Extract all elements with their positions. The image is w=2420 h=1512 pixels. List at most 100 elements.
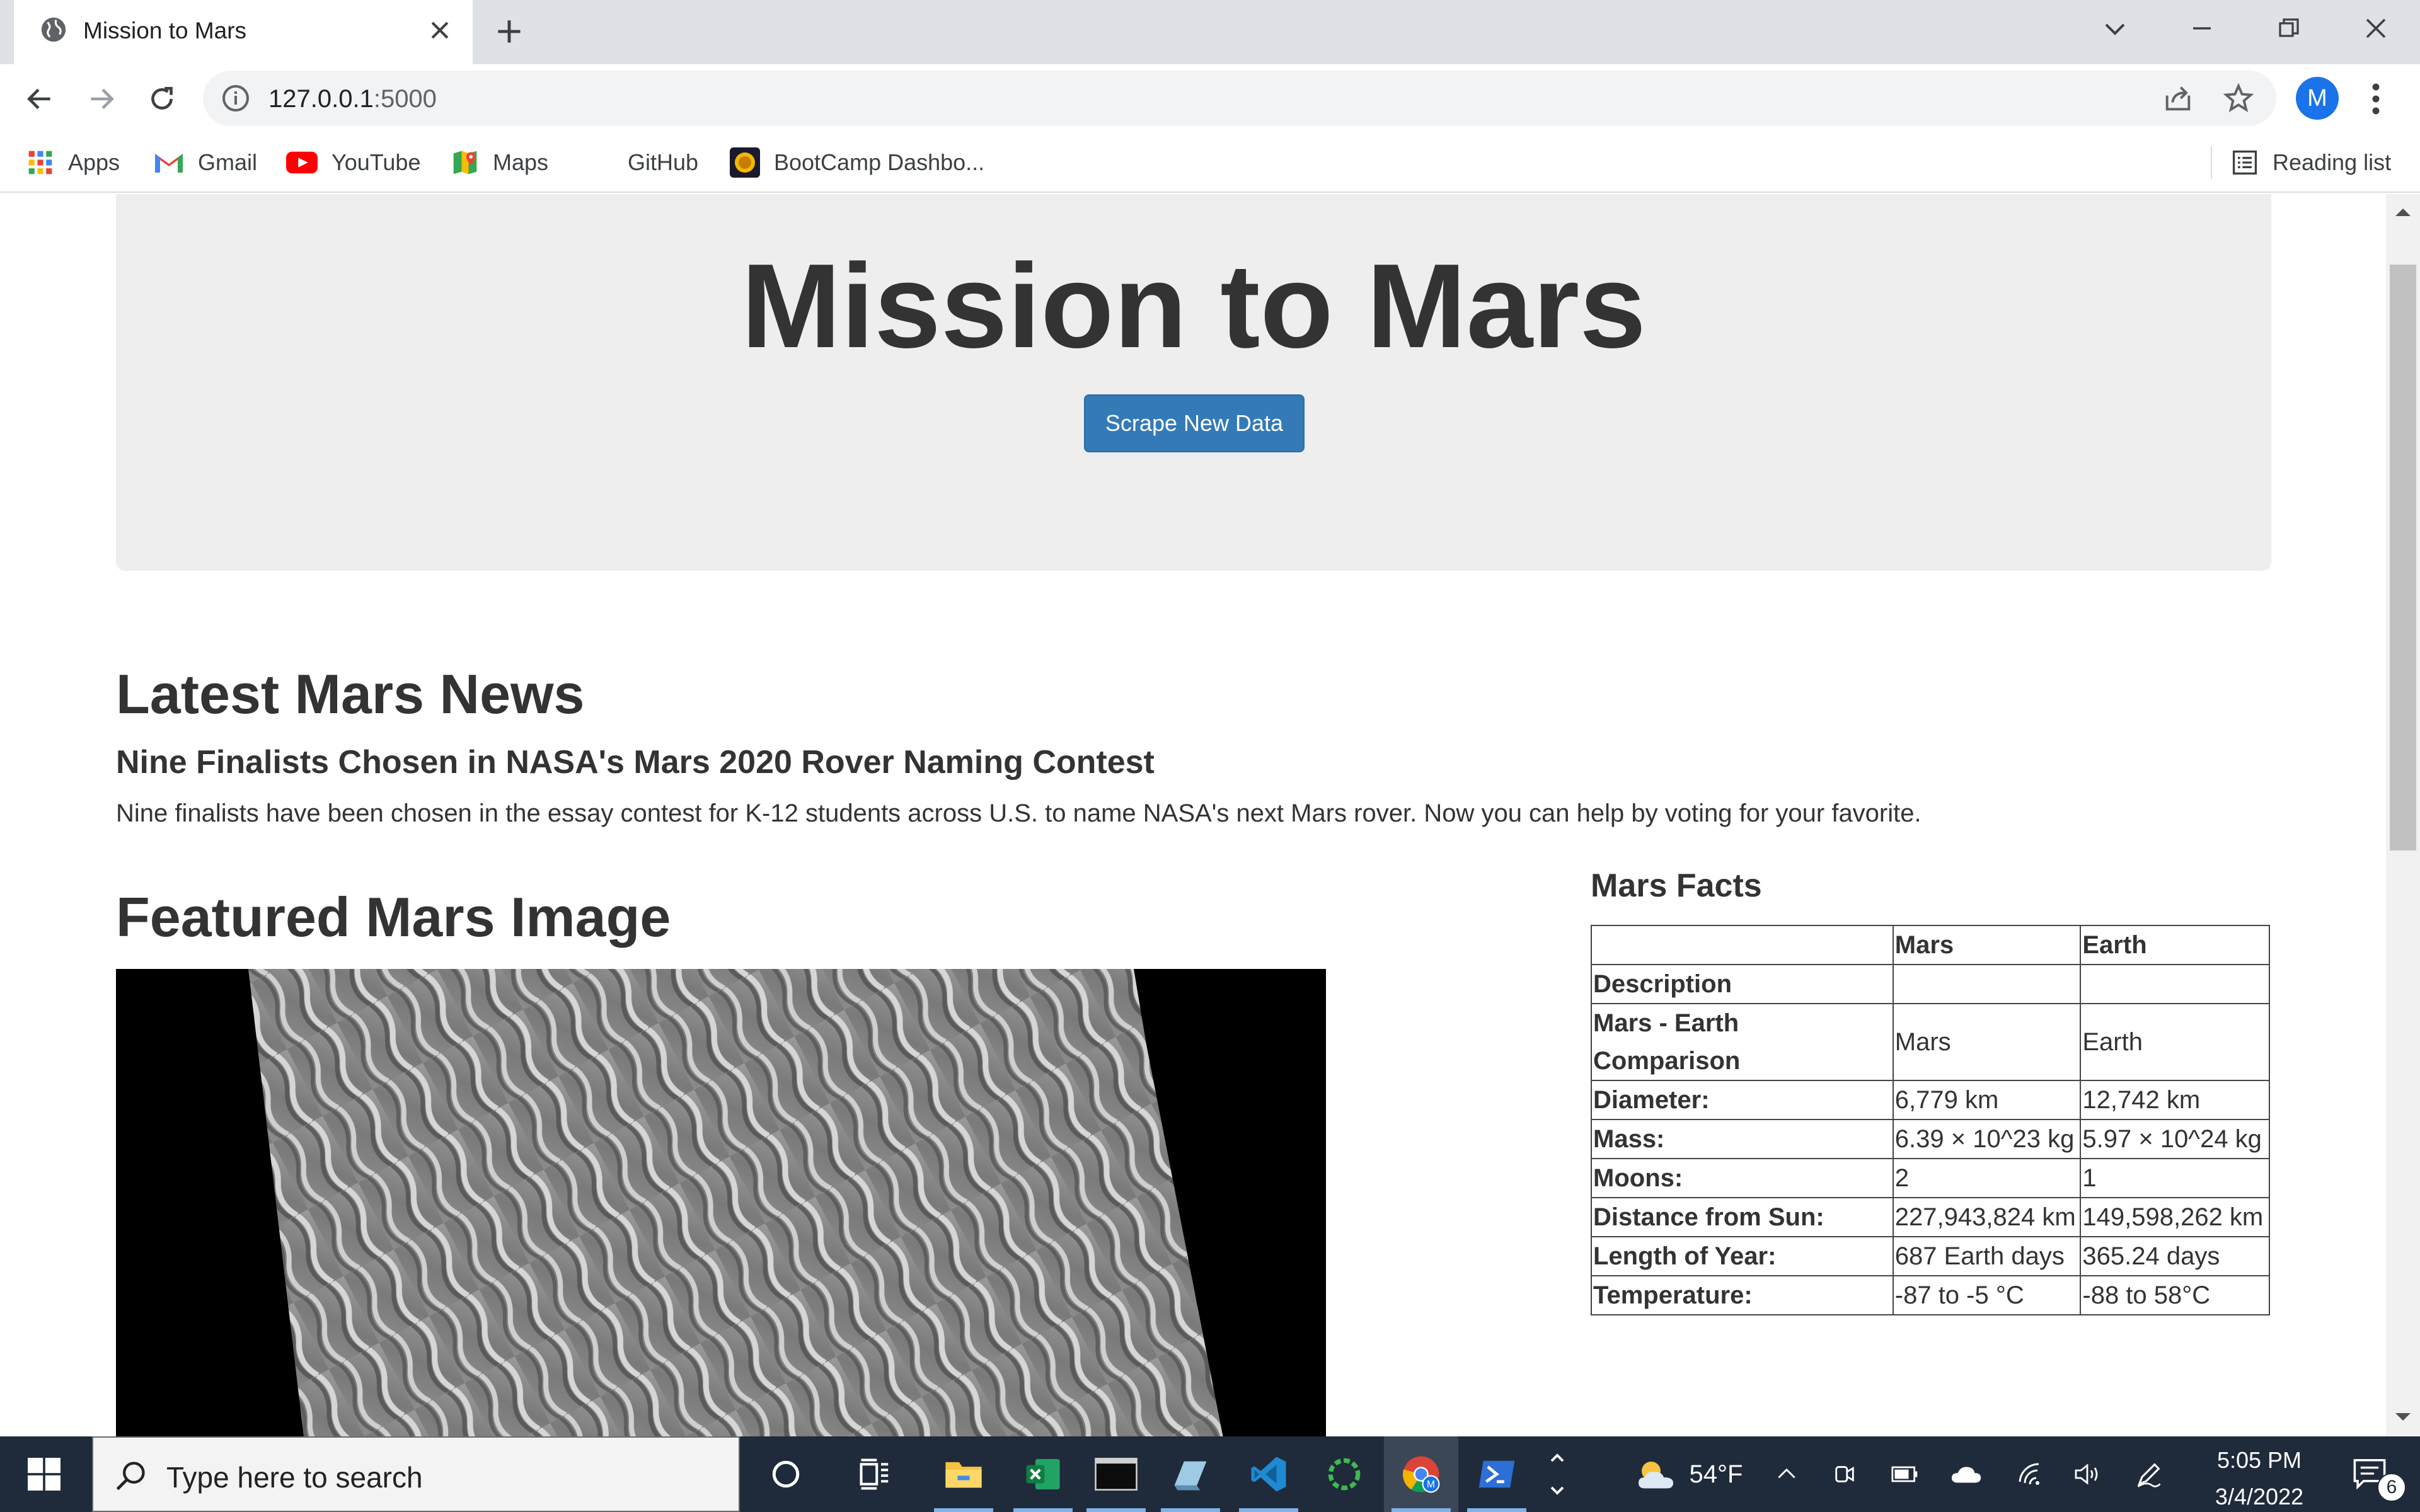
scrape-new-data-button[interactable]: Scrape New Data <box>1084 394 1305 452</box>
scrollbar-thumb[interactable] <box>2390 265 2416 850</box>
task-view-icon <box>860 1458 889 1490</box>
bookmark-gmail[interactable]: Gmail <box>154 145 257 180</box>
table-row: Distance from Sun: 227,943,824 km 149,59… <box>1591 1197 2270 1237</box>
folder-icon <box>945 1462 982 1488</box>
running-indicator <box>1239 1508 1298 1512</box>
mars-facts-heading: Mars Facts <box>1591 868 1762 904</box>
table-header-cell: Mars <box>1892 925 2082 965</box>
show-hidden-icons[interactable] <box>1770 1436 1804 1512</box>
table-cell: 1 <box>2080 1158 2270 1198</box>
url-text[interactable]: 127.0.0.1:5000 <box>268 84 437 113</box>
bookmark-star-icon[interactable] <box>2222 82 2255 115</box>
bookmark-label: GitHub <box>628 149 699 175</box>
weather-widget[interactable]: 54°F <box>1620 1436 1758 1512</box>
windows-logo-icon <box>28 1458 60 1491</box>
new-tab-plus-icon[interactable] <box>490 13 528 50</box>
table-cell: 5.97 × 10^24 kg <box>2080 1119 2270 1159</box>
loading-app-button[interactable] <box>1307 1436 1381 1512</box>
table-header-cell: Earth <box>2080 925 2270 965</box>
volume-icon[interactable] <box>2070 1436 2105 1512</box>
bookmark-bootcamp[interactable]: BootCamp Dashbo... <box>730 145 984 180</box>
table-row-label: Mass: <box>1591 1119 1894 1159</box>
table-row-label: Moons: <box>1591 1158 1894 1198</box>
table-row: Length of Year: 687 Earth days 365.24 da… <box>1591 1236 2270 1276</box>
terminal-button[interactable] <box>1079 1436 1153 1512</box>
notes-app-button[interactable] <box>1153 1436 1228 1512</box>
file-explorer-button[interactable] <box>926 1436 1001 1512</box>
excel-icon <box>1026 1458 1060 1490</box>
table-row: Description <box>1591 964 2270 1004</box>
vscode-icon <box>1251 1457 1286 1492</box>
terminal-icon <box>1095 1458 1138 1491</box>
wifi-icon[interactable] <box>2013 1436 2047 1512</box>
clock-date: 3/4/2022 <box>2215 1484 2304 1509</box>
table-row-label: Description <box>1591 964 1894 1004</box>
close-window-icon[interactable] <box>2351 6 2401 50</box>
temperature: 54°F <box>1689 1460 1743 1488</box>
reading-list-icon <box>2232 150 2257 175</box>
maps-icon <box>453 151 477 175</box>
profile-avatar[interactable]: M <box>2296 77 2339 120</box>
forward-arrow-icon[interactable] <box>79 77 124 121</box>
chrome-button[interactable]: M <box>1384 1436 1458 1512</box>
browser-tab[interactable]: Mission to Mars <box>14 0 473 64</box>
bookmark-github[interactable]: GitHub <box>586 145 698 180</box>
bookmark-youtube[interactable]: YouTube <box>286 145 420 180</box>
bookmark-apps[interactable]: Apps <box>26 145 120 180</box>
bookmark-label: Gmail <box>198 149 258 175</box>
table-cell: 12,742 km <box>2080 1080 2270 1120</box>
table-row: Moons: 2 1 <box>1591 1158 2270 1198</box>
excel-button[interactable] <box>1006 1436 1080 1512</box>
scroll-up-arrow-icon[interactable] <box>2394 203 2412 222</box>
spinner-icon <box>1328 1458 1361 1491</box>
table-row: Mars - Earth Comparison Mars Earth <box>1591 1003 2270 1081</box>
meet-now-icon[interactable] <box>1828 1436 1862 1512</box>
powershell-icon <box>1478 1460 1515 1488</box>
reload-icon[interactable] <box>140 77 184 121</box>
taskbar-scroll-arrows[interactable] <box>1541 1436 1573 1512</box>
clock-time: 5:05 PM <box>2216 1447 2302 1473</box>
more-menu-icon[interactable] <box>2357 77 2395 121</box>
notification-count-badge: 6 <box>2377 1473 2406 1502</box>
page-scrollbar[interactable] <box>2386 194 2420 1436</box>
page-viewport: Mission to Mars Scrape New Data Latest M… <box>0 194 2386 1436</box>
cortana-circle-icon <box>772 1460 800 1488</box>
table-cell: 6.39 × 10^23 kg <box>1892 1119 2082 1159</box>
table-cell: Mars <box>1892 1003 2082 1081</box>
battery-icon[interactable] <box>1888 1436 1922 1512</box>
table-cell <box>1892 964 2082 1004</box>
bookmark-maps[interactable]: Maps <box>451 145 548 180</box>
pen-workspace-icon[interactable] <box>2130 1436 2168 1512</box>
vscode-button[interactable] <box>1231 1436 1306 1512</box>
start-button[interactable] <box>0 1436 88 1512</box>
camera-icon <box>1835 1466 1854 1482</box>
globe-icon <box>41 17 66 42</box>
notification-center-button[interactable]: 6 <box>2338 1436 2407 1512</box>
onedrive-cloud-icon[interactable] <box>1947 1436 1985 1512</box>
youtube-icon <box>286 151 318 174</box>
scroll-down-arrow-icon[interactable] <box>2394 1407 2412 1426</box>
site-info-icon[interactable] <box>221 83 251 113</box>
share-icon[interactable] <box>2162 82 2194 115</box>
restore-icon[interactable] <box>2264 6 2314 50</box>
close-tab-icon[interactable] <box>422 13 458 48</box>
tab-title: Mission to Mars <box>83 18 247 43</box>
svg-text:M: M <box>1427 1479 1435 1490</box>
back-arrow-icon[interactable] <box>18 77 62 121</box>
system-clock[interactable]: 5:05 PM 3/4/2022 <box>2193 1446 2325 1511</box>
bookmarks-bar: Apps Gmail YouTube Maps GitHub BootCamp … <box>0 132 2420 193</box>
table-cell: Earth <box>2080 1003 2270 1081</box>
cortana-button[interactable] <box>749 1436 823 1512</box>
table-cell: 6,779 km <box>1892 1080 2082 1120</box>
powershell-button[interactable] <box>1460 1436 1534 1512</box>
table-row-label: Distance from Sun: <box>1591 1197 1894 1237</box>
bookmark-label: Maps <box>493 149 549 175</box>
tab-search-chevron-icon[interactable] <box>2090 6 2140 50</box>
task-view-button[interactable] <box>838 1436 913 1512</box>
reading-list-button[interactable]: Reading list <box>2231 145 2391 180</box>
taskbar-search-box[interactable]: Type here to search <box>92 1436 740 1512</box>
address-bar[interactable]: 127.0.0.1:5000 <box>203 71 2276 126</box>
minimize-icon[interactable] <box>2177 6 2227 50</box>
table-cell: 687 Earth days <box>1892 1236 2082 1276</box>
table-cell <box>2080 964 2270 1004</box>
